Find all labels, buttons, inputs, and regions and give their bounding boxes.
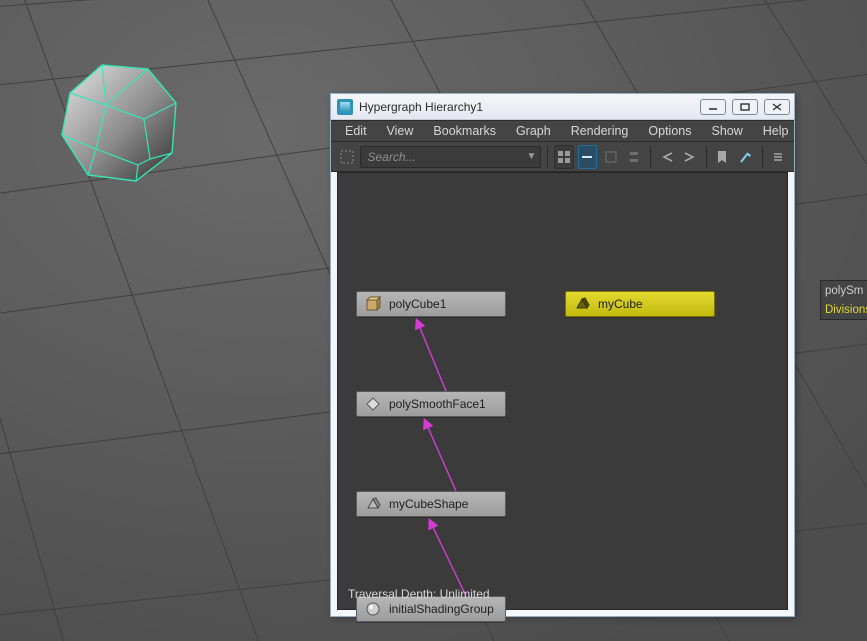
vertical-layout-icon[interactable] [625,145,644,169]
node-label: myCubeShape [389,497,468,511]
transform-icon [574,296,590,312]
input-output-connections-icon[interactable] [578,145,597,169]
freeform-layout-icon[interactable] [601,145,620,169]
selection-mode-icon[interactable] [337,145,356,169]
mesh-shape-icon [365,496,381,512]
menu-options[interactable]: Options [640,122,699,140]
maya-app-icon [337,99,353,115]
menu-graph[interactable]: Graph [508,122,559,140]
bookmark-icon[interactable] [713,145,732,169]
menu-view[interactable]: View [379,122,422,140]
search-input[interactable] [367,150,522,164]
status-traversal-depth: Traversal Depth: Unlimited [348,587,490,601]
output-connections-icon[interactable] [680,145,699,169]
window-titlebar[interactable]: Hypergraph Hierarchy1 [331,94,794,120]
node-label: initialShadingGroup [389,602,494,616]
options-icon[interactable] [768,145,787,169]
node-label: polyCube1 [389,297,446,311]
clear-graph-icon[interactable] [736,145,755,169]
minimize-button[interactable] [700,99,726,115]
input-connections-icon[interactable] [657,145,676,169]
attr-field-divisions: Divisions [825,301,863,320]
attr-node-name: polySm [825,282,863,301]
node-mycube[interactable]: myCube [565,291,715,317]
node-polycube1[interactable]: polyCube1 [356,291,506,317]
search-field[interactable]: ▼ [360,146,541,168]
polysmoothface-icon [365,396,381,412]
scene-hierarchy-icon[interactable] [554,145,573,169]
hypergraph-window: Hypergraph Hierarchy1 Edit View Bookmark… [330,93,795,617]
node-label: myCube [598,297,643,311]
menu-edit[interactable]: Edit [337,122,375,140]
menu-help[interactable]: Help [755,122,797,140]
menu-bookmarks[interactable]: Bookmarks [425,122,504,140]
maximize-button[interactable] [732,99,758,115]
window-title: Hypergraph Hierarchy1 [359,100,694,114]
node-label: polySmoothFace1 [389,397,486,411]
node-polysmoothface1[interactable]: polySmoothFace1 [356,391,506,417]
menu-show[interactable]: Show [703,122,750,140]
menu-bar: Edit View Bookmarks Graph Rendering Opti… [331,120,794,142]
polycube-icon [365,296,381,312]
shadinggroup-icon [365,601,381,617]
toolbar: ▼ [331,142,794,172]
hypergraph-canvas[interactable]: polyCube1 polySmoothFace1 myCubeShape in… [337,172,788,610]
close-button[interactable] [764,99,790,115]
menu-rendering[interactable]: Rendering [563,122,637,140]
node-mycubeshape[interactable]: myCubeShape [356,491,506,517]
attribute-editor-sliver: polySm Divisions [820,280,867,320]
search-dropdown-icon[interactable]: ▼ [522,151,536,162]
